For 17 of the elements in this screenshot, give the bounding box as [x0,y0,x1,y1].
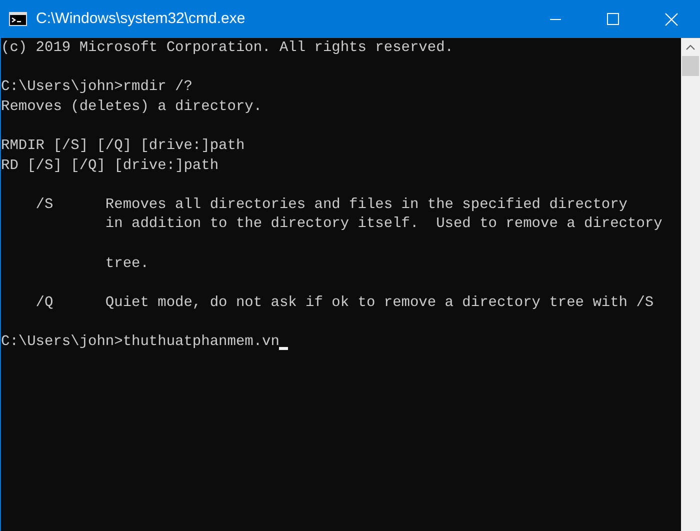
console-line: tree. [104,254,149,274]
window-title: C:\Windows\system32\cmd.exe [36,8,246,29]
console-line: (c) 2019 Microsoft Corporation. All rights reserved. [1,39,454,58]
console-line: RD [/S] [/Q] [drive:]path [1,156,219,176]
console-line: Removes (deletes) a directory. [1,98,262,117]
command-prompt: C:\Users\john>thuthuatphanmem.vn [1,332,280,352]
console-icon [9,12,27,26]
maximize-icon [607,13,619,25]
scroll-up-icon [686,45,695,50]
console-line: in addition to the directory itself. Used to remove a directory [104,215,662,234]
close-icon [664,12,678,26]
console-line: RMDIR [/S] [/Q] [drive:]path [1,136,245,156]
scrollbar-thumb[interactable] [682,56,699,76]
console-line: C:\Users\john>rmdir /? [1,78,192,98]
minimize-icon [550,18,560,20]
console-line: /Q Quiet mode, do not ask if ok to remove a directory tree with /S [34,294,654,313]
console-line: /S Removes all directories and files in the specified directory [34,196,628,215]
